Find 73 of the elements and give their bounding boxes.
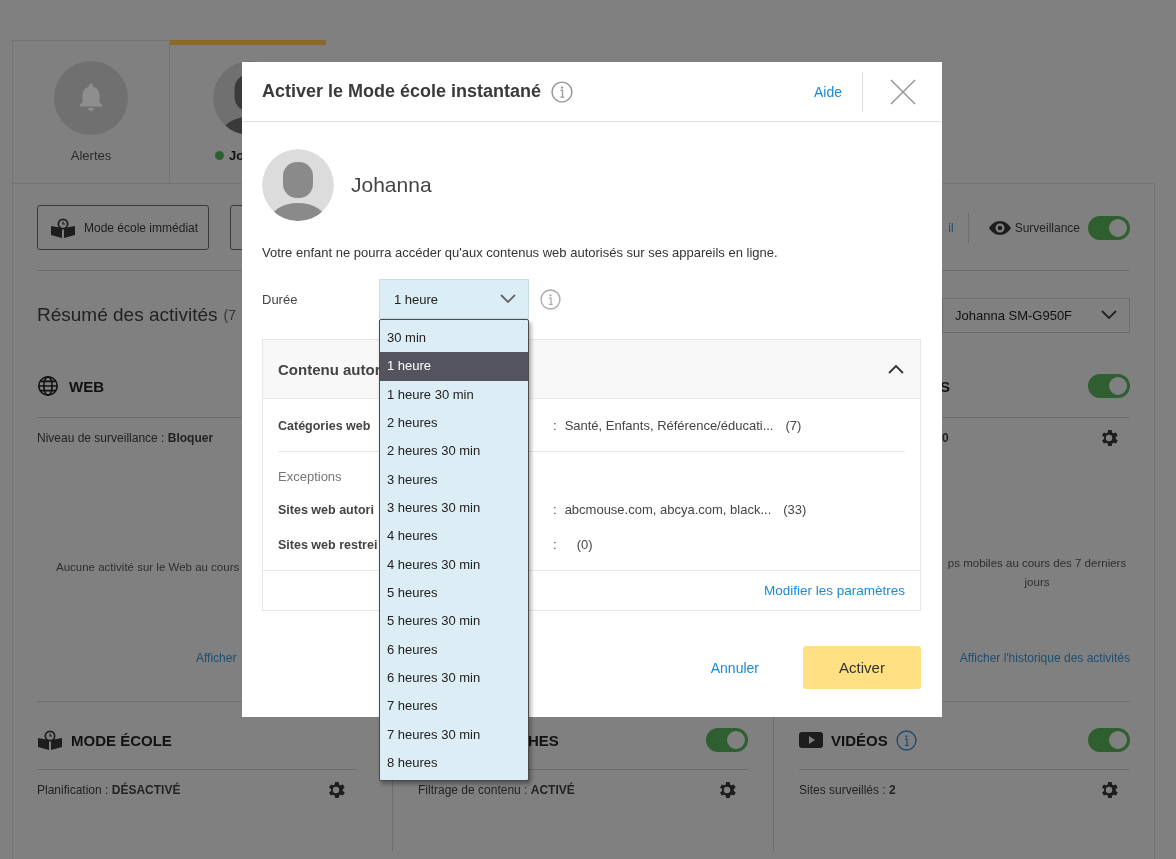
- info-icon[interactable]: [551, 80, 574, 103]
- duration-option[interactable]: 6 heures: [380, 635, 528, 664]
- dialog-description: Votre enfant ne pourra accéder qu'aux contenus web autorisés sur ses appareils en ligne.: [262, 245, 779, 260]
- toggle-switch[interactable]: [1088, 215, 1130, 240]
- avatar-icon: [262, 149, 334, 221]
- setting-count: (0): [576, 537, 593, 552]
- duration-option[interactable]: 7 heures: [380, 692, 528, 721]
- info-icon[interactable]: [540, 288, 561, 310]
- duration-option[interactable]: 4 heures 30 min: [380, 550, 528, 579]
- card-title: HES: [528, 731, 559, 749]
- info-icon[interactable]: [895, 729, 917, 751]
- video-play-icon: [799, 731, 823, 749]
- edit-settings-link[interactable]: Modifier les paramètres: [763, 583, 905, 598]
- help-link[interactable]: Aide: [813, 83, 842, 100]
- setting-count: (33): [783, 502, 807, 517]
- duration-option[interactable]: 8 heures: [380, 748, 528, 778]
- globe-icon: [37, 375, 59, 397]
- duration-option[interactable]: 6 heures 30 min: [380, 663, 528, 693]
- setting-value: Santé, Enfants, Référence/éducati...: [564, 417, 774, 433]
- setting-status: Filtrage de contenu : ACTIVÉ: [418, 783, 575, 797]
- duration-option[interactable]: 1 heure: [380, 352, 528, 381]
- book-clock-icon: [50, 217, 76, 238]
- toggle-switch[interactable]: [1088, 374, 1130, 398]
- exceptions-heading: Exceptions: [278, 469, 342, 484]
- duration-option[interactable]: 30 min: [380, 324, 528, 353]
- eye-icon: [988, 220, 1011, 235]
- duration-option[interactable]: 7 heures 30 min: [380, 720, 528, 749]
- setting-count: (7): [785, 417, 802, 433]
- setting-value: abcmouse.com, abcya.com, black...: [564, 502, 772, 517]
- setting-label: Catégories web: [278, 418, 371, 433]
- duration-option[interactable]: 2 heures: [380, 409, 528, 438]
- activate-button[interactable]: Activer: [803, 646, 921, 689]
- monitoring-level: Niveau de surveillance : Bloquer: [37, 431, 214, 445]
- summary-count: (7: [223, 307, 237, 323]
- summary-title: Résumé des activités: [37, 304, 218, 326]
- setting-label: Sites web autori: [278, 503, 374, 517]
- duration-option[interactable]: 3 heures: [380, 465, 528, 494]
- setting-status: Sites surveillés : 2: [799, 783, 896, 797]
- chevron-up-icon: [888, 364, 904, 374]
- setting-label: Sites web restrei: [278, 538, 378, 552]
- duration-option[interactable]: 3 heures 30 min: [380, 493, 528, 523]
- duration-option[interactable]: 4 heures: [380, 522, 528, 551]
- panel-title: Contenu autor: [278, 360, 381, 378]
- device-dropdown[interactable]: Johanna SM-G950F: [942, 297, 1130, 333]
- setting-status: Planification : DÉSACTIVÉ: [37, 783, 181, 797]
- cancel-link[interactable]: Annuler: [710, 659, 759, 676]
- separator-colon: :: [553, 417, 557, 433]
- monitoring-label: Surveillance: [1014, 220, 1080, 235]
- duration-label: Durée: [262, 291, 299, 307]
- close-icon[interactable]: [890, 78, 916, 105]
- duration-option[interactable]: 5 heures 30 min: [380, 607, 528, 636]
- card-title: MODE ÉCOLE: [71, 731, 172, 749]
- separator-colon: :: [553, 502, 557, 517]
- duration-select[interactable]: 1 heure: [379, 279, 529, 319]
- dialog-title: Activer le Mode école instantané: [262, 81, 542, 102]
- toggle-switch[interactable]: [706, 728, 748, 752]
- profile-tab[interactable]: Alertes: [12, 40, 170, 183]
- child-name: Johanna: [351, 173, 432, 197]
- book-clock-icon: [37, 730, 63, 750]
- duration-option[interactable]: 5 heures: [380, 578, 528, 608]
- chevron-down-icon: [1101, 310, 1117, 320]
- toggle-switch[interactable]: [1088, 728, 1130, 752]
- separator-colon: :: [553, 537, 557, 552]
- section-value: 0: [942, 431, 949, 445]
- empty-message: ps mobiles au cours des 7 derniers jours: [946, 556, 1128, 590]
- chevron-down-icon: [500, 294, 516, 304]
- section-title: WEB: [69, 377, 104, 395]
- duration-option[interactable]: 1 heure 30 min: [380, 380, 528, 409]
- empty-message: Aucune activité sur le Web au cours: [56, 561, 240, 573]
- school-mode-button[interactable]: Mode école immédiat: [37, 205, 210, 250]
- duration-option[interactable]: 2 heures 30 min: [380, 437, 528, 466]
- tab-label: Alertes: [70, 148, 112, 163]
- card-title: VIDÉOS: [831, 731, 888, 749]
